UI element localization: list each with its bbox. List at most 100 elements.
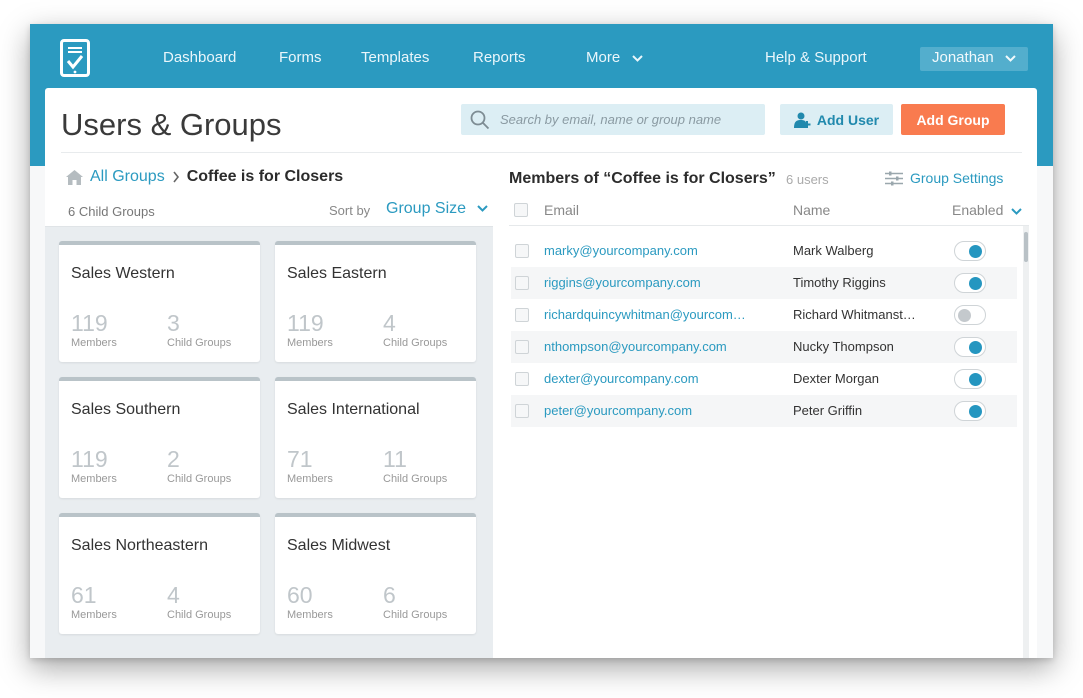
row-checkbox[interactable] [515,276,529,290]
nav-dashboard[interactable]: Dashboard [163,49,236,66]
table-row[interactable]: marky@yourcompany.com Mark Walberg [511,235,1017,267]
members-stat: 119 Members [71,448,117,486]
user-menu-dropdown[interactable]: Jonathan [920,47,1028,71]
child-groups-count: 6 [383,582,396,608]
members-stat: 119 Members [287,312,333,350]
chevron-down-icon [476,205,488,213]
member-email[interactable]: dexter@yourcompany.com [544,371,699,386]
search-icon [470,110,490,129]
group-card[interactable]: Sales Southern 119 Members 2 Child Group… [59,377,260,498]
member-name: Richard Whitmanst… [793,307,916,322]
row-checkbox[interactable] [515,340,529,354]
table-row[interactable]: richardquincywhitman@yourcom… Richard Wh… [511,299,1017,331]
row-checkbox[interactable] [515,244,529,258]
column-enabled[interactable]: Enabled [952,202,1022,218]
members-count: 61 [71,582,97,608]
main-panel: Users & Groups Add User Add Group [45,88,1037,658]
search-field[interactable] [461,104,765,135]
sort-select-value: Group Size [386,200,467,217]
add-user-label: Add User [816,111,880,128]
group-card[interactable]: Sales Midwest 60 Members 6 Child Groups [275,513,476,634]
row-checkbox[interactable] [515,308,529,322]
search-input[interactable] [500,112,750,127]
enabled-toggle[interactable] [954,369,986,389]
child-groups-label: Child Groups [383,337,448,349]
child-groups-grid: Sales Western 119 Members 3 Child Groups… [45,226,493,658]
group-name: Sales Western [71,265,175,282]
row-checkbox[interactable] [515,404,529,418]
members-table-body: marky@yourcompany.com Mark Walberg riggi… [511,235,1017,427]
group-settings-link[interactable]: Group Settings [885,170,1003,186]
add-user-icon [793,112,811,128]
enabled-toggle[interactable] [954,401,986,421]
enabled-toggle[interactable] [954,241,986,261]
member-email[interactable]: nthompson@yourcompany.com [544,339,727,354]
child-groups-label: Child Groups [383,473,448,485]
child-groups-stat: 6 Child Groups [383,582,448,622]
enabled-toggle[interactable] [954,337,986,357]
user-name: Jonathan [932,49,994,66]
add-group-label: Add Group [916,111,990,128]
table-row[interactable]: dexter@yourcompany.com Dexter Morgan [511,363,1017,395]
chevron-down-icon [1011,208,1022,215]
column-name[interactable]: Name [793,202,830,218]
members-count-label: 6 users [786,172,829,187]
child-groups-stat: 2 Child Groups [167,448,231,486]
child-groups-count: 4 [383,310,396,336]
child-groups-label: Child Groups [383,609,448,621]
nav-help-support[interactable]: Help & Support [765,49,867,66]
sort-select[interactable]: Group Size [386,200,488,218]
member-name: Timothy Riggins [793,275,886,290]
row-checkbox[interactable] [515,372,529,386]
enabled-toggle[interactable] [954,305,986,325]
scrollbar-thumb[interactable] [1024,232,1028,262]
home-icon[interactable] [66,169,83,185]
group-card[interactable]: Sales International 71 Members 11 Child … [275,377,476,498]
member-name: Peter Griffin [793,403,863,418]
group-name: Sales Northeastern [71,537,208,554]
breadcrumb-current: Coffee is for Closers [186,168,344,185]
member-email[interactable]: marky@yourcompany.com [544,243,698,258]
group-card[interactable]: Sales Northeastern 61 Members 4 Child Gr… [59,513,260,634]
members-count: 71 [287,446,313,472]
add-group-button[interactable]: Add Group [901,104,1005,135]
group-name: Sales International [287,401,420,418]
sliders-settings-icon [885,171,903,185]
tablet-checkmark-logo-icon[interactable] [60,39,90,77]
app-window: Dashboard Forms Templates Reports More H… [30,24,1053,658]
group-card[interactable]: Sales Western 119 Members 3 Child Groups [59,241,260,362]
members-stat: 71 Members [287,446,333,486]
column-email[interactable]: Email [544,202,579,218]
group-card[interactable]: Sales Eastern 119 Members 4 Child Groups [275,241,476,362]
add-user-button[interactable]: Add User [780,104,893,135]
members-label: Members [71,609,117,621]
nav-templates[interactable]: Templates [361,49,429,66]
members-stat: 119 Members [71,312,117,350]
member-name: Nucky Thompson [793,339,894,354]
member-email[interactable]: peter@yourcompany.com [544,403,692,418]
members-scrollbar[interactable] [1023,226,1029,658]
members-title: Members of “Coffee is for Closers” [509,170,776,187]
nav-more[interactable]: More [586,49,644,66]
member-email[interactable]: riggins@yourcompany.com [544,275,701,290]
members-stat: 60 Members [287,584,333,622]
table-row[interactable]: riggins@yourcompany.com Timothy Riggins [511,267,1017,299]
table-row[interactable]: nthompson@yourcompany.com Nucky Thompson [511,331,1017,363]
table-row[interactable]: peter@yourcompany.com Peter Griffin [511,395,1017,427]
group-settings-label: Group Settings [910,170,1004,186]
group-name: Sales Eastern [287,265,387,282]
toggle-knob [969,277,982,290]
nav-forms[interactable]: Forms [279,49,322,66]
child-groups-stat: 4 Child Groups [167,582,231,622]
nav-reports[interactable]: Reports [473,49,526,66]
breadcrumb-all-groups[interactable]: All Groups [90,168,165,186]
members-table-header: Email Name Enabled [509,196,1029,226]
group-name: Sales Southern [71,401,181,418]
page-title: Users & Groups [61,107,282,142]
member-email[interactable]: richardquincywhitman@yourcom… [544,307,746,322]
child-groups-count: 4 [167,582,180,608]
toggle-knob [969,405,982,418]
select-all-checkbox[interactable] [514,203,528,217]
member-name: Dexter Morgan [793,371,879,386]
enabled-toggle[interactable] [954,273,986,293]
